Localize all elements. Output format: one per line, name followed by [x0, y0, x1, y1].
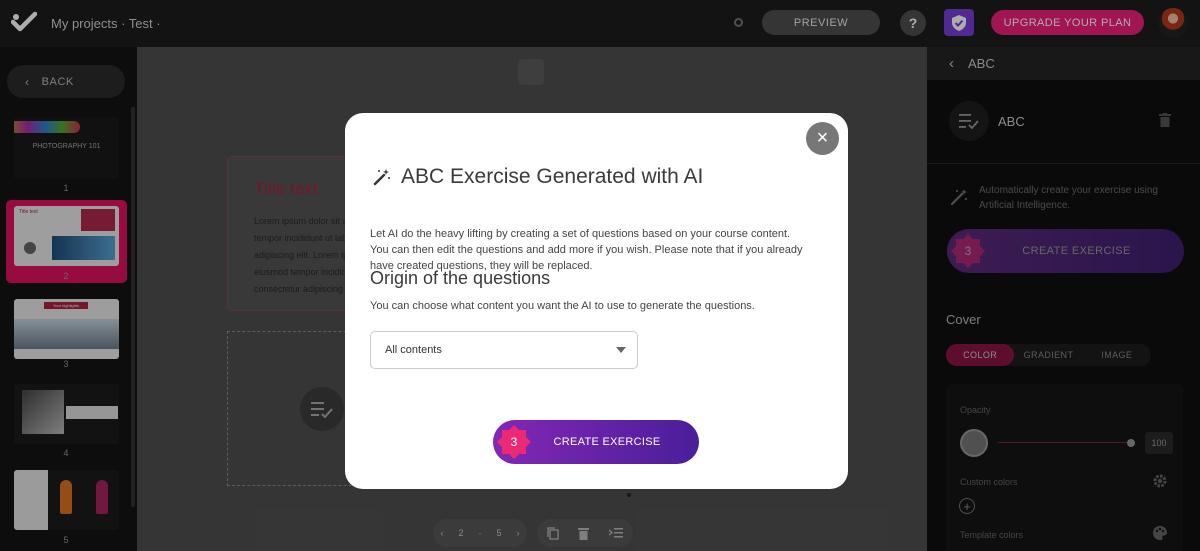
content-source-select[interactable]: All contents	[370, 331, 638, 369]
credits-badge-icon: 3	[499, 427, 529, 457]
origin-heading: Origin of the questions	[370, 268, 551, 288]
select-value: All contents	[385, 344, 442, 356]
origin-description: You can choose what content you want the…	[370, 300, 755, 312]
modal-title: ABC Exercise Generated with AI	[372, 165, 703, 189]
modal-description: Let AI do the heavy lifting by creating …	[370, 228, 803, 272]
modal-create-exercise-label: CREATE EXERCISE	[553, 436, 661, 448]
ai-exercise-modal: × ABC Exercise Generated with AI Let AI …	[345, 113, 848, 489]
magic-wand-icon	[373, 169, 390, 186]
credits-count: 3	[510, 435, 518, 449]
modal-title-text: ABC Exercise Generated with AI	[401, 165, 704, 188]
modal-create-exercise-button[interactable]: 3 CREATE EXERCISE	[493, 420, 699, 464]
chevron-down-icon	[616, 347, 626, 353]
close-icon[interactable]: ×	[806, 122, 839, 155]
